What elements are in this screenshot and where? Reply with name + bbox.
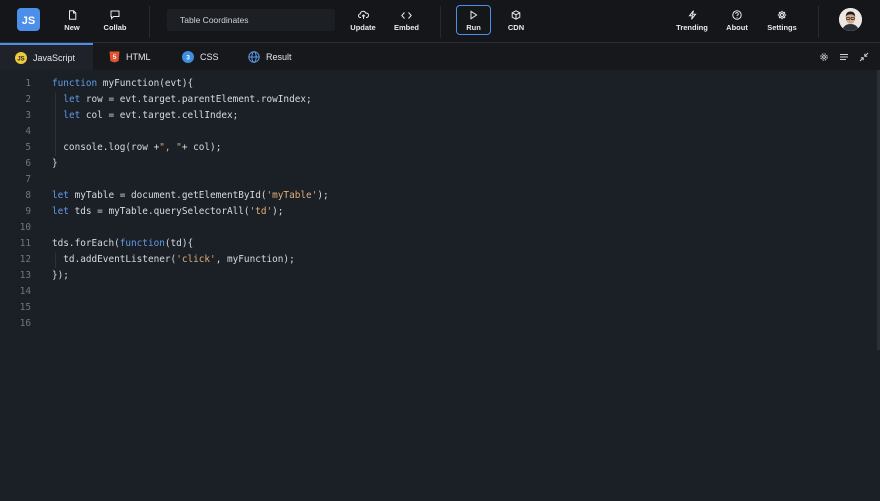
help-icon — [732, 9, 742, 21]
collab-label: Collab — [104, 23, 127, 32]
svg-text:JS: JS — [22, 15, 35, 27]
code-text: let tds = myTable.querySelectorAll('td')… — [52, 204, 283, 220]
package-icon — [511, 9, 521, 21]
project-title-input[interactable]: Table Coordinates — [167, 9, 335, 31]
editor-tools — [818, 43, 870, 70]
tab-javascript-label: JavaScript — [33, 53, 75, 63]
cdn-button[interactable]: CDN — [503, 9, 529, 35]
chat-icon — [110, 9, 120, 21]
trending-label: Trending — [676, 23, 708, 32]
code-line: 12 td.addEventListener('click', myFuncti… — [0, 252, 870, 268]
settings-button[interactable]: Settings — [764, 9, 800, 35]
toolbar-divider — [440, 6, 441, 38]
code-line: 1function myFunction(evt){ — [0, 76, 870, 92]
html5-icon: 5 — [109, 51, 120, 63]
code-line: 7 — [0, 172, 870, 188]
tab-javascript[interactable]: JS JavaScript — [0, 43, 93, 70]
css3-icon: 3 — [182, 51, 194, 63]
editor-tabs: JS JavaScript 5 HTML 3 CSS Result — [0, 43, 880, 70]
cdn-label: CDN — [508, 23, 524, 32]
toolbar-divider — [818, 6, 819, 38]
code-text: console.log(row +", "+ col); — [52, 140, 221, 156]
format-lines-icon[interactable] — [838, 51, 850, 63]
run-label: Run — [466, 23, 481, 32]
about-button[interactable]: About — [723, 9, 751, 35]
about-label: About — [726, 23, 748, 32]
code-line: 9let tds = myTable.querySelectorAll('td'… — [0, 204, 870, 220]
top-toolbar: JS New Collab Table Coordinates Update E… — [0, 0, 880, 43]
code-editor[interactable]: 1function myFunction(evt){ 2 let row = e… — [0, 70, 880, 501]
code-line: 14 — [0, 284, 870, 300]
code-icon — [401, 9, 412, 21]
code-text: let col = evt.target.cellIndex; — [52, 108, 238, 124]
tab-html[interactable]: 5 HTML — [109, 43, 151, 70]
new-button[interactable]: New — [60, 9, 84, 35]
code-text: function myFunction(evt){ — [52, 76, 193, 92]
lightning-icon — [688, 9, 697, 21]
svg-text:5: 5 — [113, 54, 117, 61]
play-icon — [469, 9, 478, 21]
svg-text:3: 3 — [186, 54, 190, 61]
code-line: 2 let row = evt.target.parentElement.row… — [0, 92, 870, 108]
toolbar-divider — [149, 6, 150, 38]
cloud-upload-icon — [358, 9, 369, 21]
new-label: New — [64, 23, 79, 32]
code-text: tds.forEach(function(td){ — [52, 236, 193, 252]
update-button[interactable]: Update — [347, 9, 379, 35]
collab-button[interactable]: Collab — [100, 9, 130, 35]
update-label: Update — [350, 23, 375, 32]
code-line: 3 let col = evt.target.cellIndex; — [0, 108, 870, 124]
code-line: 6} — [0, 156, 870, 172]
collapse-icon[interactable] — [858, 51, 870, 63]
trending-button[interactable]: Trending — [674, 9, 710, 35]
code-line: 16 — [0, 316, 870, 332]
code-line: 5 console.log(row +", "+ col); — [0, 140, 870, 156]
file-icon — [68, 9, 77, 21]
settings-label: Settings — [767, 23, 797, 32]
tab-result[interactable]: Result — [248, 43, 292, 70]
code-line: 11tds.forEach(function(td){ — [0, 236, 870, 252]
code-text: td.addEventListener('click', myFunction)… — [52, 252, 295, 268]
editor-settings-icon[interactable] — [818, 51, 830, 63]
tab-html-label: HTML — [126, 52, 151, 62]
code-line: 15 — [0, 300, 870, 316]
user-avatar[interactable] — [839, 8, 862, 31]
code-line: 4 — [0, 124, 870, 140]
run-button[interactable]: Run — [456, 5, 491, 35]
gear-icon — [777, 9, 787, 21]
embed-label: Embed — [394, 23, 419, 32]
code-line: 13}); — [0, 268, 870, 284]
code-text: let row = evt.target.parentElement.rowIn… — [52, 92, 312, 108]
tab-result-label: Result — [266, 52, 292, 62]
code-line: 8let myTable = document.getElementById('… — [0, 188, 870, 204]
tab-css[interactable]: 3 CSS — [182, 43, 219, 70]
embed-button[interactable]: Embed — [391, 9, 422, 35]
tab-css-label: CSS — [200, 52, 219, 62]
code-text: let myTable = document.getElementById('m… — [52, 188, 329, 204]
svg-text:JS: JS — [17, 56, 24, 62]
logo-icon[interactable]: JS — [17, 8, 40, 31]
javascript-icon: JS — [15, 52, 27, 64]
code-text: }); — [52, 268, 69, 284]
globe-icon — [248, 51, 260, 63]
code-line: 10 — [0, 220, 870, 236]
code-text: } — [52, 156, 58, 172]
